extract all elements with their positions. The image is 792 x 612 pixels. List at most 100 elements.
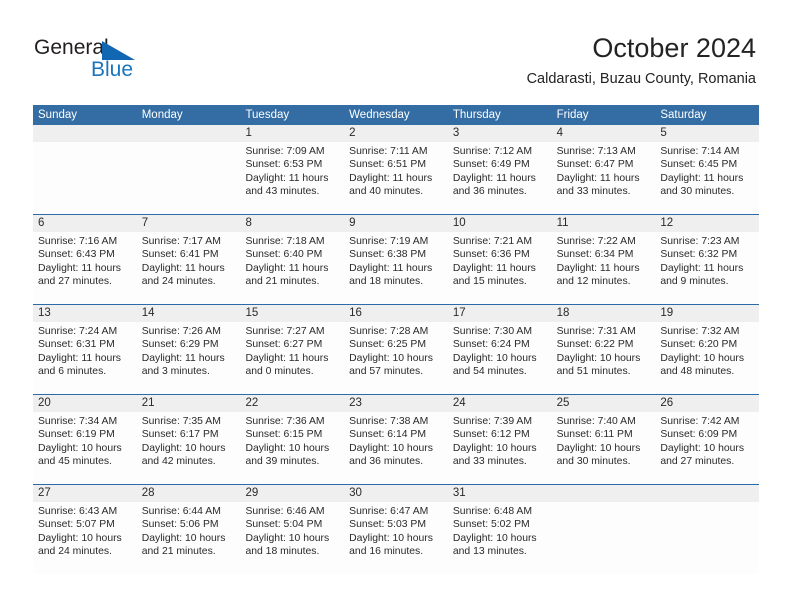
- day-number[interactable]: 16: [344, 305, 448, 322]
- weekday-header-tuesday: Tuesday: [245, 109, 290, 121]
- day-cell[interactable]: Sunrise: 7:27 AM Sunset: 6:27 PM Daylight:…: [240, 322, 344, 394]
- day-cell[interactable]: Sunrise: 7:23 AM Sunset: 6:32 PM Daylight:…: [655, 232, 759, 304]
- day-number[interactable]: 26: [655, 395, 759, 412]
- day-number[interactable]: 25: [552, 395, 656, 412]
- day-cell[interactable]: Sunrise: 6:46 AM Sunset: 5:04 PM Daylight:…: [240, 502, 344, 574]
- day-cell[interactable]: Sunrise: 6:47 AM Sunset: 5:03 PM Daylight:…: [344, 502, 448, 574]
- sunrise-text: Sunrise: 7:16 AM: [38, 236, 118, 247]
- sunset-text: Sunset: 6:20 PM: [660, 339, 738, 351]
- day-cell[interactable]: Sunrise: 7:09 AM Sunset: 6:53 PM Daylight:…: [240, 142, 344, 214]
- day-number[interactable]: 14: [137, 305, 241, 322]
- day-cell[interactable]: Sunrise: 7:14 AM Sunset: 6:45 PM Daylight:…: [655, 142, 759, 214]
- weekday-header-wednesday: Wednesday: [349, 109, 410, 121]
- sunrise-text: Sunrise: 7:27 AM: [245, 326, 325, 337]
- daylight-text-line1: Daylight: 11 hours: [141, 262, 225, 274]
- day-cell[interactable]: Sunrise: 7:42 AM Sunset: 6:09 PM Daylight:…: [655, 412, 759, 484]
- daylight-text-line1: Daylight: 10 hours: [556, 352, 641, 364]
- page-header: General Blue October 2024 Caldarasti, Bu…: [0, 0, 792, 100]
- day-number[interactable]: 9: [344, 215, 448, 232]
- weekday-header-sunday: Sunday: [38, 109, 78, 121]
- daylight-text-line2: and 3 minutes.: [141, 366, 210, 378]
- day-cell[interactable]: Sunrise: 7:31 AM Sunset: 6:22 PM Daylight:…: [552, 322, 656, 394]
- day-cell[interactable]: Sunrise: 7:11 AM Sunset: 6:51 PM Daylight:…: [344, 142, 448, 214]
- day-number[interactable]: 8: [240, 215, 344, 232]
- day-cell[interactable]: Sunrise: 7:21 AM Sunset: 6:36 PM Daylight:…: [448, 232, 552, 304]
- day-number[interactable]: 24: [448, 395, 552, 412]
- daylight-text-line2: and 40 minutes.: [349, 186, 424, 198]
- calendar-weeks: 1 2 3 4 5 Sunrise: 7:09 AM Sunset: 6:53 PM Dayl…: [33, 125, 759, 574]
- daylight-text-line2: and 27 minutes.: [660, 456, 735, 468]
- day-number[interactable]: 13: [33, 305, 137, 322]
- day-cell[interactable]: Sunrise: 7:17 AM Sunset: 6:41 PM Daylight:…: [137, 232, 241, 304]
- day-cell[interactable]: Sunrise: 7:12 AM Sunset: 6:49 PM Daylight:…: [448, 142, 552, 214]
- day-cell[interactable]: Sunrise: 7:18 AM Sunset: 6:40 PM Daylight:…: [240, 232, 344, 304]
- sunrise-text: Sunrise: 7:28 AM: [349, 326, 429, 337]
- day-number[interactable]: 21: [137, 395, 241, 412]
- day-cell[interactable]: Sunrise: 7:36 AM Sunset: 6:15 PM Daylight:…: [240, 412, 344, 484]
- day-number[interactable]: 5: [655, 125, 759, 142]
- daylight-text-line2: and 16 minutes.: [349, 546, 424, 558]
- day-number[interactable]: 23: [344, 395, 448, 412]
- sunrise-text: Sunrise: 7:24 AM: [38, 326, 118, 337]
- daylight-text-line1: Daylight: 10 hours: [660, 352, 745, 364]
- day-number[interactable]: 12: [655, 215, 759, 232]
- day-cell[interactable]: Sunrise: 7:40 AM Sunset: 6:11 PM Daylight:…: [552, 412, 656, 484]
- daylight-text-line2: and 57 minutes.: [349, 366, 424, 378]
- day-number[interactable]: 28: [137, 485, 241, 502]
- daylight-text-line2: and 18 minutes.: [245, 546, 320, 558]
- page-title: October 2024: [592, 33, 756, 63]
- day-cell[interactable]: Sunrise: 7:39 AM Sunset: 6:12 PM Daylight:…: [448, 412, 552, 484]
- day-cell[interactable]: Sunrise: 7:16 AM Sunset: 6:43 PM Daylight:…: [33, 232, 137, 304]
- day-number[interactable]: 4: [552, 125, 656, 142]
- day-number[interactable]: 31: [448, 485, 552, 502]
- day-cell[interactable]: Sunrise: 7:22 AM Sunset: 6:34 PM Daylight:…: [552, 232, 656, 304]
- sunset-text: Sunset: 6:14 PM: [349, 429, 426, 441]
- day-number[interactable]: 1: [240, 125, 344, 142]
- day-number[interactable]: 22: [240, 395, 344, 412]
- logo-text-general: General: [34, 36, 109, 59]
- sunset-text: Sunset: 6:51 PM: [349, 159, 426, 171]
- sunrise-text: Sunrise: 7:19 AM: [349, 236, 429, 247]
- day-cell[interactable]: Sunrise: 7:34 AM Sunset: 6:19 PM Daylight:…: [33, 412, 137, 484]
- sunset-text: Sunset: 6:27 PM: [245, 339, 323, 351]
- sunrise-text: Sunrise: 7:30 AM: [452, 326, 533, 337]
- daylight-text-line2: and 42 minutes.: [141, 456, 216, 468]
- day-number[interactable]: 30: [344, 485, 448, 502]
- day-cell[interactable]: Sunrise: 7:30 AM Sunset: 6:24 PM Daylight:…: [448, 322, 552, 394]
- sunrise-text: Sunrise: 7:36 AM: [245, 416, 325, 427]
- day-number[interactable]: 17: [448, 305, 552, 322]
- sunrise-text: Sunrise: 7:38 AM: [349, 416, 429, 427]
- day-cell[interactable]: Sunrise: 7:19 AM Sunset: 6:38 PM Daylight:…: [344, 232, 448, 304]
- sunset-text: Sunset: 5:06 PM: [141, 519, 219, 531]
- calendar-page: General Blue October 2024 Caldarasti, Bu…: [0, 0, 792, 612]
- sunset-text: Sunset: 6:11 PM: [556, 429, 633, 441]
- day-number[interactable]: 19: [655, 305, 759, 322]
- day-cell[interactable]: Sunrise: 6:48 AM Sunset: 5:02 PM Daylight:…: [448, 502, 552, 574]
- day-number[interactable]: 10: [448, 215, 552, 232]
- daylight-text-line1: Daylight: 10 hours: [349, 442, 433, 454]
- day-number[interactable]: 11: [552, 215, 656, 232]
- day-cell[interactable]: Sunrise: 7:13 AM Sunset: 6:47 PM Daylight:…: [552, 142, 656, 214]
- day-number[interactable]: 7: [137, 215, 241, 232]
- day-cell[interactable]: Sunrise: 7:35 AM Sunset: 6:17 PM Daylight:…: [137, 412, 241, 484]
- title-block: October 2024 Caldarasti, Buzau County, R…: [527, 32, 756, 89]
- day-cell[interactable]: Sunrise: 6:44 AM Sunset: 5:06 PM Daylight:…: [137, 502, 241, 574]
- day-cell[interactable]: Sunrise: 7:24 AM Sunset: 6:31 PM Daylight:…: [33, 322, 137, 394]
- day-number[interactable]: 27: [33, 485, 137, 502]
- day-number[interactable]: 6: [33, 215, 137, 232]
- day-number[interactable]: 20: [33, 395, 137, 412]
- day-number[interactable]: 29: [240, 485, 344, 502]
- day-number[interactable]: 18: [552, 305, 656, 322]
- day-cell[interactable]: Sunrise: 7:32 AM Sunset: 6:20 PM Daylight:…: [655, 322, 759, 394]
- day-cell[interactable]: Sunrise: 7:26 AM Sunset: 6:29 PM Daylight:…: [137, 322, 241, 394]
- day-number[interactable]: 3: [448, 125, 552, 142]
- day-cell[interactable]: Sunrise: 7:38 AM Sunset: 6:14 PM Daylight:…: [344, 412, 448, 484]
- day-cell[interactable]: Sunrise: 6:43 AM Sunset: 5:07 PM Daylight:…: [33, 502, 137, 574]
- day-number[interactable]: 2: [344, 125, 448, 142]
- day-cell-empty: [33, 142, 137, 214]
- daylight-text-line2: and 24 minutes.: [141, 276, 216, 288]
- sunrise-text: Sunrise: 6:44 AM: [141, 506, 221, 517]
- day-number[interactable]: 15: [240, 305, 344, 322]
- sunrise-text: Sunrise: 6:46 AM: [245, 506, 325, 517]
- day-cell[interactable]: Sunrise: 7:28 AM Sunset: 6:25 PM Daylight:…: [344, 322, 448, 394]
